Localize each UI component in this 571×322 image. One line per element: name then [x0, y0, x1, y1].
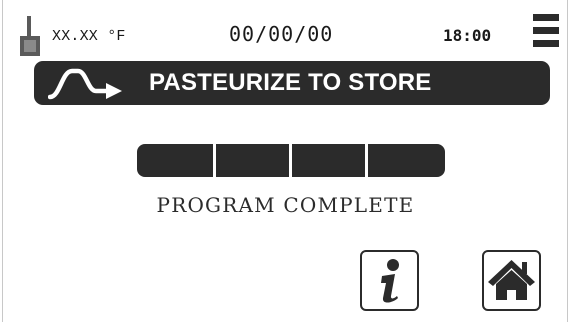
probe-icon — [20, 16, 40, 56]
progress-bar — [137, 144, 445, 177]
program-title: PASTEURIZE TO STORE — [149, 69, 432, 96]
program-status-text: PROGRAM COMPLETE — [156, 193, 415, 217]
progress-segment — [216, 144, 289, 177]
menu-icon-bar — [533, 40, 559, 47]
progress-segment — [368, 144, 445, 177]
temperature-readout: XX.XX °F — [52, 28, 126, 45]
program-title-banner: PASTEURIZE TO STORE — [34, 61, 550, 105]
status-bar: XX.XX °F 00/00/00 18:00 — [0, 0, 571, 58]
time-readout: 18:00 — [443, 26, 492, 45]
progress-segment — [292, 144, 365, 177]
home-button[interactable] — [482, 250, 541, 311]
progress-segment — [137, 144, 213, 177]
home-icon — [488, 260, 535, 300]
pasteurize-curve-icon — [48, 68, 122, 100]
date-readout: 00/00/00 — [229, 22, 334, 46]
screen: XX.XX °F 00/00/00 18:00 PASTEURIZE TO ST… — [0, 0, 571, 322]
menu-button[interactable] — [533, 14, 559, 48]
info-icon — [381, 259, 399, 303]
menu-icon-bar — [533, 14, 559, 21]
info-button[interactable] — [360, 250, 419, 311]
menu-icon-bar — [533, 27, 559, 34]
